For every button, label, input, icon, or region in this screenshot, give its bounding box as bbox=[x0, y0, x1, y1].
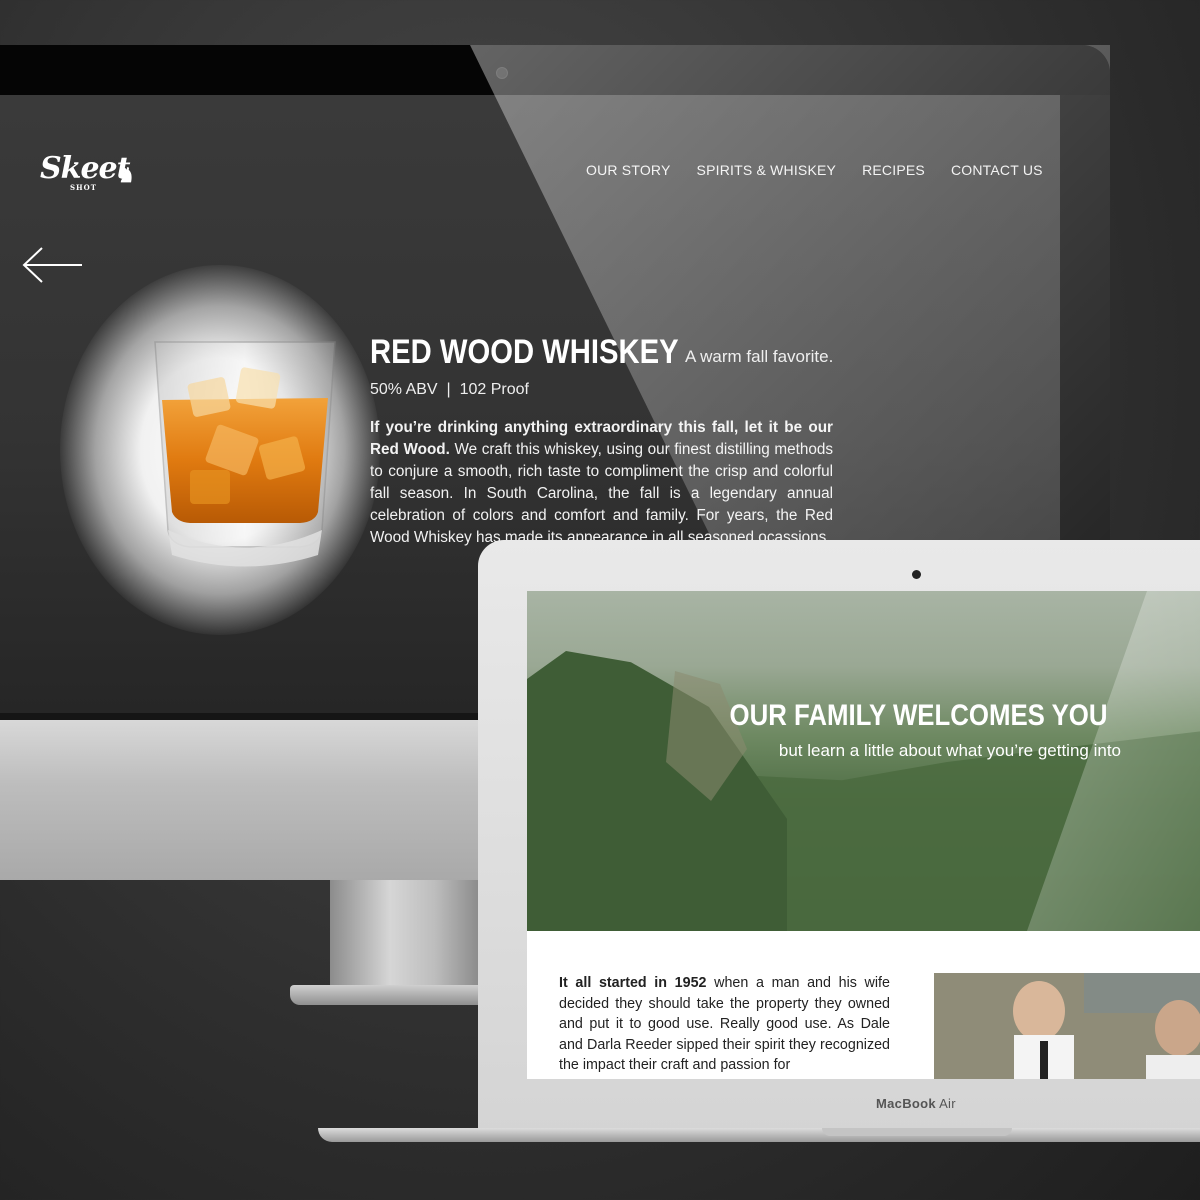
nav-recipes[interactable]: RECIPES bbox=[862, 162, 925, 178]
macbook-base bbox=[318, 1128, 1200, 1142]
macbook-device: OUR FAMILY WELCOMES YOU but learn a litt… bbox=[478, 540, 1200, 1140]
nav-contact-us[interactable]: CONTACT US bbox=[951, 162, 1043, 178]
imac-stand bbox=[330, 880, 480, 990]
product-tagline: A warm fall favorite. bbox=[685, 347, 834, 366]
main-nav: OUR STORY SPIRITS & WHISKEY RECIPES CONT… bbox=[586, 162, 1043, 178]
hero-banner: OUR FAMILY WELCOMES YOU but learn a litt… bbox=[527, 591, 1200, 931]
story-lead: It all started in 1952 bbox=[559, 975, 707, 991]
nav-spirits-whiskey[interactable]: SPIRITS & WHISKEY bbox=[697, 162, 837, 178]
imac-bezel bbox=[0, 45, 1110, 95]
imac-foot bbox=[290, 985, 510, 1005]
macbook-notch bbox=[822, 1128, 1012, 1136]
nav-our-story[interactable]: OUR STORY bbox=[586, 162, 671, 178]
product-heading: RED WOOD WHISKEY A warm fall favorite. bbox=[370, 333, 833, 372]
macbook-label: MacBook Air bbox=[876, 1096, 956, 1111]
product-name: RED WOOD WHISKEY bbox=[370, 333, 679, 371]
hero-ridge bbox=[527, 651, 787, 931]
macbook-screen: OUR FAMILY WELCOMES YOU but learn a litt… bbox=[527, 591, 1200, 1079]
site-logo[interactable]: Skeet ♞ SHOT bbox=[40, 151, 134, 192]
founders-photo-image bbox=[934, 973, 1200, 1079]
story-text: It all started in 1952 when a man and hi… bbox=[559, 973, 890, 1076]
founders-photo bbox=[934, 973, 1200, 1079]
product-proof: 102 Proof bbox=[459, 381, 529, 398]
logo-subtext: SHOT bbox=[70, 183, 97, 192]
dog-icon: ♞ bbox=[116, 163, 134, 187]
product-description: If you’re drinking anything extraordinar… bbox=[370, 417, 833, 549]
camera-icon bbox=[912, 570, 921, 579]
hero-title: OUR FAMILY WELCOMES YOU bbox=[729, 699, 1107, 732]
product-abv: 50% ABV bbox=[370, 381, 438, 398]
back-arrow-icon[interactable] bbox=[22, 245, 84, 285]
whiskey-glass-image bbox=[154, 341, 336, 567]
product-specs: 50% ABV | 102 Proof bbox=[370, 381, 529, 399]
macbook-model: MacBook bbox=[876, 1096, 936, 1111]
spec-divider: | bbox=[442, 381, 460, 398]
camera-icon bbox=[496, 67, 508, 79]
macbook-model-suffix: Air bbox=[935, 1096, 956, 1111]
hero-subtitle: but learn a little about what you’re get… bbox=[778, 741, 1121, 760]
